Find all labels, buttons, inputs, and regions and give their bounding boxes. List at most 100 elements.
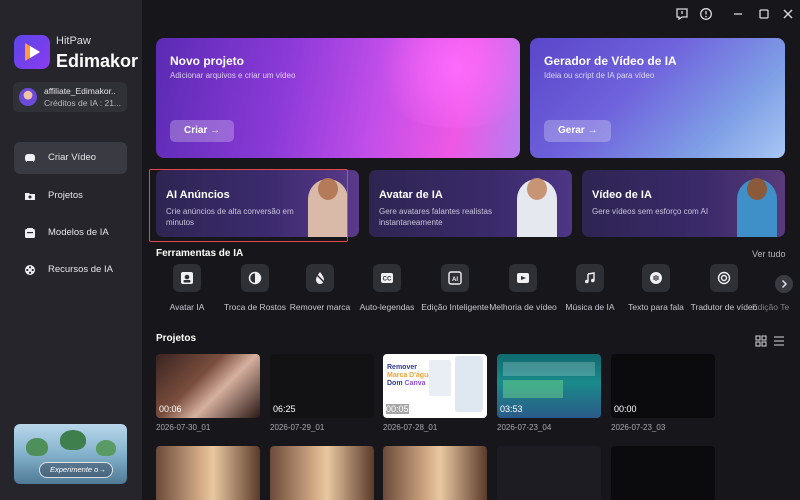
thumbnail-graphic (455, 356, 483, 412)
project-thumbnail[interactable] (611, 446, 715, 500)
brand-name-line1: HitPaw (56, 35, 91, 47)
new-project-title: Novo projeto (170, 54, 244, 68)
tool-remove-watermark[interactable]: Remover marca (290, 264, 350, 324)
template-icon (25, 228, 35, 238)
maximize-icon[interactable] (757, 7, 771, 21)
tool-face-swap[interactable]: Troca de Rostos (224, 264, 286, 324)
promo-banner[interactable]: Experimente o→ (14, 424, 127, 484)
project-thumbnail[interactable]: 06:25 (270, 354, 374, 418)
project-name[interactable]: 2026-07-30_01 (156, 423, 210, 432)
user-account-button[interactable]: affiliate_Edimakor.. Créditos de IA : 21… (13, 82, 127, 112)
thumbnail-graphic (503, 380, 563, 398)
tool-auto-subtitles[interactable]: CC Auto-legendas (358, 264, 414, 324)
project-thumbnail[interactable]: 00:06 (156, 354, 260, 418)
grid-view-icon[interactable] (755, 335, 767, 347)
ai-ads-card[interactable]: AI Anúncios Crie anúncios de alta conver… (156, 170, 359, 237)
see-all-link[interactable]: Ver tudo (752, 249, 786, 259)
tool-video-enhance[interactable]: Melhoria de vídeo (489, 264, 557, 324)
tool-text-to-speech[interactable]: Texto para fala (627, 264, 684, 324)
carousel-dots (62, 479, 90, 482)
project-thumbnail[interactable] (383, 446, 487, 500)
project-thumbnail[interactable]: 00:00 (611, 354, 715, 418)
tool-label: Texto para fala (628, 302, 684, 312)
avatar-person-head (527, 178, 547, 200)
project-name[interactable]: 2026-07-28_01 (383, 423, 437, 432)
ai-video-card[interactable]: Vídeo de IA Gere vídeos sem esforço com … (582, 170, 785, 237)
tool-ai-music[interactable]: Música de IA (561, 264, 617, 324)
thumbnail-text: Remover Marca D'água Dom Canva (387, 364, 433, 387)
folder-icon (25, 193, 35, 200)
project-duration: 03:53 (500, 404, 523, 414)
edimakor-logo-icon (14, 35, 50, 69)
watermark-remove-icon (314, 272, 326, 284)
project-name[interactable]: 2026-07-23_04 (497, 423, 551, 432)
user-name: affiliate_Edimakor.. (44, 86, 116, 96)
sidebar-item-create-video[interactable]: Criar Vídeo (14, 142, 127, 174)
ai-ads-subtitle: Crie anúncios de alta conversão em minut… (166, 207, 294, 227)
project-duration: 00:05 (386, 404, 409, 414)
ai-video-title: Vídeo de IA (592, 189, 652, 201)
tool-avatar-ai[interactable]: Avatar IA (158, 264, 214, 324)
subtitles-icon: CC (381, 273, 393, 283)
project-thumbnail[interactable] (156, 446, 260, 500)
thumbnail-graphic (429, 360, 451, 396)
create-button[interactable]: Criar → (170, 120, 235, 142)
music-icon (585, 272, 595, 284)
feedback-icon[interactable] (675, 7, 689, 21)
ai-ads-title: AI Anúncios (166, 189, 230, 201)
sidebar-item-label: Projetos (48, 190, 83, 201)
generate-button[interactable]: Gerar → (544, 120, 612, 142)
avatar (19, 88, 37, 106)
tool-label: Auto-legendas (359, 302, 415, 312)
create-video-icon (25, 154, 35, 163)
svg-text:AI: AI (452, 277, 458, 283)
project-duration: 00:06 (159, 404, 182, 414)
ai-credits: Créditos de IA : 21... (44, 98, 122, 108)
svg-text:CC: CC (383, 277, 392, 283)
sidebar: HitPaw Edimakor affiliate_Edimakor.. Cré… (0, 0, 142, 500)
project-thumbnail[interactable]: 03:53 (497, 354, 601, 418)
projects-section-title: Projetos (156, 333, 197, 344)
project-duration: 00:00 (614, 404, 637, 414)
ai-video-head (747, 178, 767, 200)
project-thumbnail[interactable] (497, 446, 601, 500)
ai-video-generator-card[interactable]: Gerador de Vídeo de IA Ideia ou script d… (530, 38, 785, 158)
new-project-subtitle: Adicionar arquivos e criar um vídeo (170, 71, 296, 80)
tool-text-edit[interactable]: Edição Te (752, 264, 792, 324)
avatar-icon (181, 272, 193, 284)
decorative-glow (366, 38, 520, 128)
sidebar-item-projects[interactable]: Projetos (14, 180, 127, 212)
model-head (318, 178, 338, 200)
island-decoration (96, 440, 116, 456)
smart-edit-icon: AI (448, 271, 462, 285)
sidebar-item-label: Criar Vídeo (48, 152, 97, 163)
text-to-speech-icon (650, 272, 662, 284)
tool-label: Edição Te (752, 302, 790, 312)
island-decoration (60, 430, 86, 450)
sidebar-item-label: Modelos de IA (48, 227, 109, 238)
ai-avatar-title: Avatar de IA (379, 189, 443, 201)
ai-video-generator-subtitle: Ideia ou script de IA para vídeo (544, 71, 655, 80)
sidebar-item-label: Recursos de IA (48, 264, 113, 275)
sidebar-item-ai-templates[interactable]: Modelos de IA (14, 217, 127, 249)
project-thumbnail[interactable]: Remover Marca D'água Dom Canva 00:05 (383, 354, 487, 418)
brand-name-line2: Edimakor (56, 51, 139, 71)
project-name[interactable]: 2026-07-29_01 (270, 423, 324, 432)
minimize-icon[interactable] (731, 7, 745, 21)
sidebar-item-ai-resources[interactable]: Recursos de IA (14, 254, 127, 286)
tool-smart-edit[interactable]: AI Edição Inteligente (421, 264, 489, 324)
video-enhance-icon (517, 273, 529, 283)
chevron-right-icon[interactable] (775, 275, 793, 293)
project-name[interactable]: 2026-07-23_03 (611, 423, 665, 432)
ai-avatar-subtitle: Gere avatares falantes realistas instant… (379, 207, 492, 227)
new-project-card[interactable]: Novo projeto Adicionar arquivos e criar … (156, 38, 520, 158)
close-icon[interactable] (781, 7, 795, 21)
notification-icon[interactable] (699, 7, 713, 21)
tools-section-title: Ferramentas de IA (156, 248, 244, 259)
tool-video-translator[interactable]: Tradutor de vídeo (691, 264, 757, 324)
project-thumbnail[interactable] (270, 446, 374, 500)
ai-avatar-card[interactable]: Avatar de IA Gere avatares falantes real… (369, 170, 572, 237)
try-it-button[interactable]: Experimente o→ (39, 462, 113, 478)
list-view-icon[interactable] (773, 335, 785, 347)
project-duration: 06:25 (273, 404, 296, 414)
